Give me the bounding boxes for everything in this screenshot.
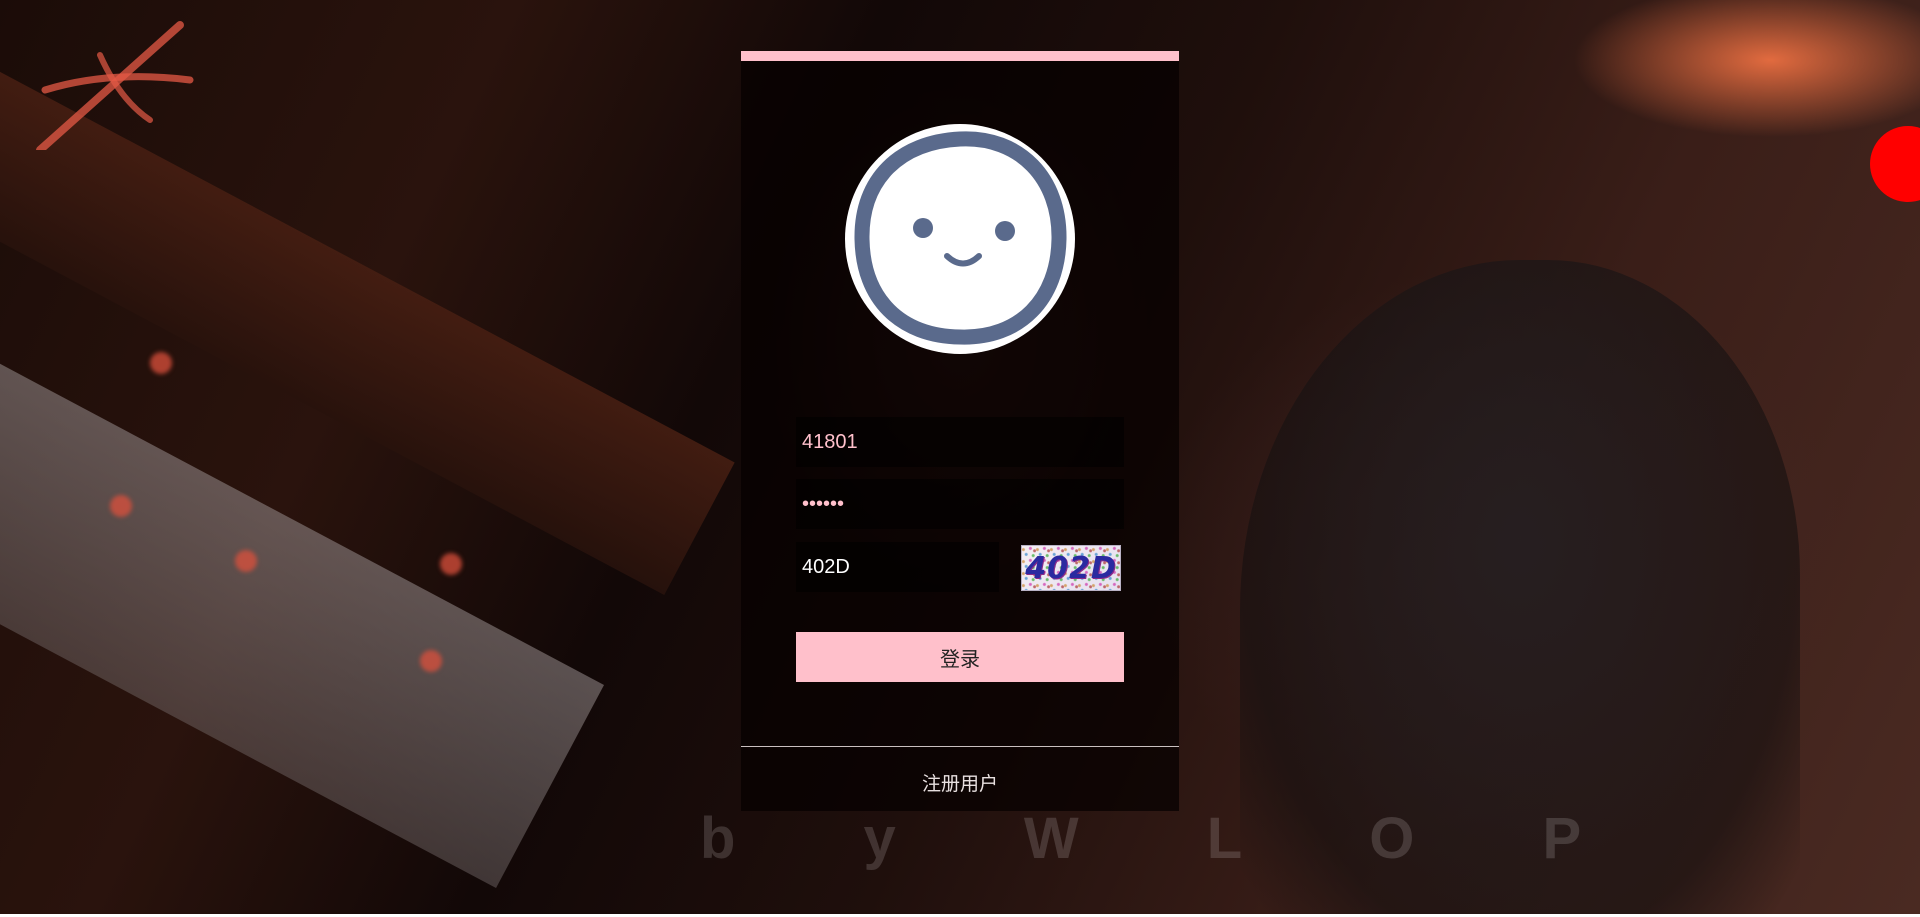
password-field[interactable] xyxy=(796,479,1124,529)
panel-accent-bar xyxy=(741,51,1179,61)
background-petal xyxy=(420,650,442,672)
background-petal xyxy=(110,495,132,517)
background-petal xyxy=(440,553,462,575)
password-input[interactable] xyxy=(802,492,1118,516)
register-link[interactable]: 注册用户 xyxy=(741,769,1179,796)
background-watermark: b y W L O P xyxy=(700,806,1638,871)
smiley-face-icon xyxy=(845,124,1075,354)
background-brush-mark xyxy=(36,21,194,150)
divider xyxy=(741,746,1179,747)
captcha-image[interactable]: 402D xyxy=(1021,545,1121,591)
username-input[interactable] xyxy=(802,430,1118,454)
captcha-field[interactable] xyxy=(796,542,999,592)
username-field[interactable] xyxy=(796,417,1124,467)
login-panel: 402D 登录 注册用户 xyxy=(741,51,1179,811)
background-petal xyxy=(235,550,257,572)
captcha-input[interactable] xyxy=(802,555,993,579)
login-button[interactable]: 登录 xyxy=(796,632,1124,682)
background-petal xyxy=(150,352,172,374)
captcha-image-text: 402D xyxy=(1025,550,1117,586)
